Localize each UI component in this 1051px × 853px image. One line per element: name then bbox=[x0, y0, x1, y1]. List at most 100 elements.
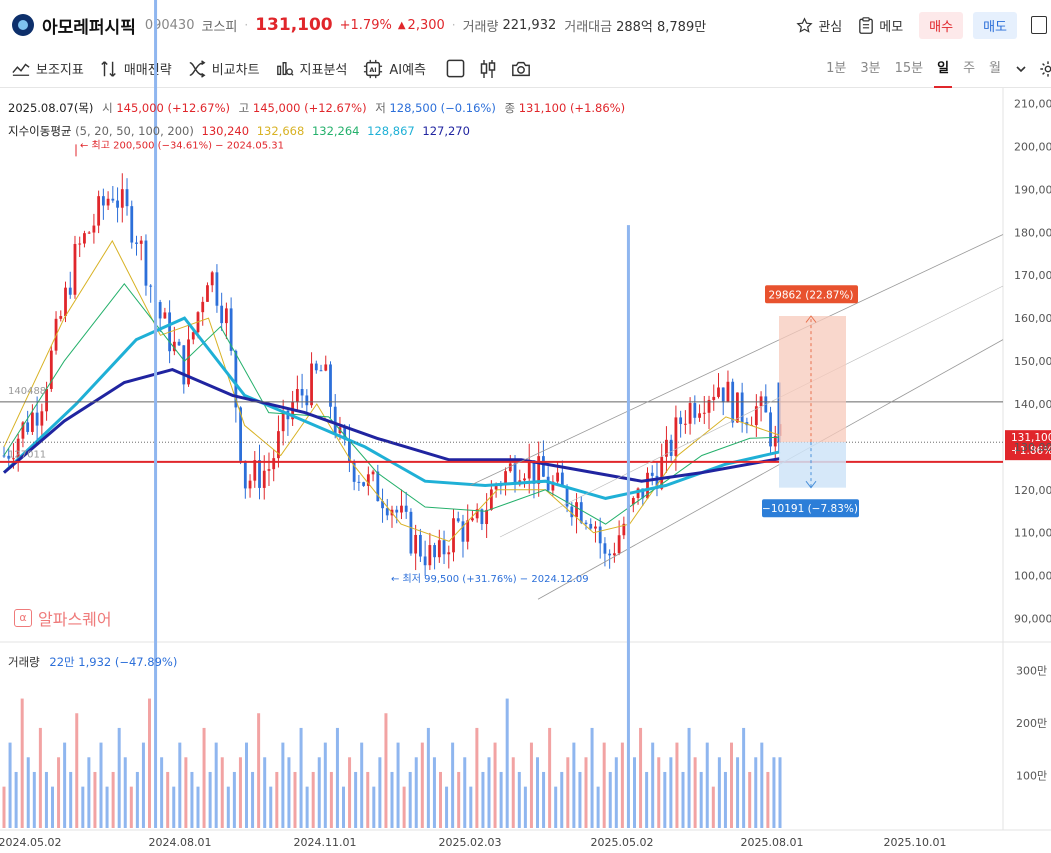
candle-body bbox=[357, 481, 361, 483]
target-down-label: −10191 (−7.83%) bbox=[762, 503, 858, 515]
volume-bar bbox=[26, 757, 30, 828]
ma100-value: 128,867 bbox=[367, 124, 415, 138]
volume-bar bbox=[135, 771, 139, 828]
candle-body bbox=[314, 363, 318, 371]
candle-body bbox=[111, 198, 115, 201]
ma-legend[interactable]: 지수이동평균 (5, 20, 50, 100, 200) 130,240 132… bbox=[8, 123, 470, 139]
volume-bar bbox=[172, 786, 176, 828]
candle-body bbox=[712, 396, 716, 400]
candle-body bbox=[78, 243, 82, 245]
candle-body bbox=[215, 272, 219, 306]
y-tick-label: 190,000 bbox=[1014, 183, 1051, 196]
candle-body bbox=[423, 556, 427, 566]
volume-bar bbox=[178, 742, 182, 828]
volume-bar bbox=[87, 757, 91, 828]
candle-body bbox=[717, 387, 720, 397]
volume-bar bbox=[469, 786, 473, 828]
low-label: 저 bbox=[375, 101, 386, 115]
volume-bar bbox=[190, 771, 194, 828]
volume-bar bbox=[705, 742, 709, 828]
candle-body bbox=[87, 232, 91, 234]
volume-bar bbox=[584, 757, 588, 828]
volume-bar bbox=[657, 757, 661, 828]
volume-bar bbox=[669, 757, 673, 828]
volume-bar bbox=[517, 771, 521, 828]
y-tick-label: 150,000 bbox=[1014, 355, 1051, 368]
volume-bar bbox=[481, 771, 485, 828]
candle-body bbox=[395, 509, 399, 513]
volume-bar bbox=[226, 786, 230, 828]
volume-bar bbox=[457, 771, 461, 828]
candle-body bbox=[385, 508, 389, 516]
ma50-value: 132,264 bbox=[311, 124, 360, 138]
candle-body bbox=[428, 545, 432, 566]
y-tick-label: 180,000 bbox=[1014, 226, 1051, 239]
candle-body bbox=[106, 198, 110, 206]
volume-bar bbox=[232, 771, 236, 828]
candle-body bbox=[688, 403, 692, 424]
target-up-label: 29862 (22.87%) bbox=[769, 289, 854, 301]
candle-body bbox=[556, 472, 560, 482]
volume-bar bbox=[778, 757, 782, 828]
volume-bar bbox=[432, 757, 436, 828]
volume-bar bbox=[402, 786, 406, 828]
volume-bar bbox=[148, 698, 151, 828]
candle-body bbox=[371, 471, 375, 475]
target-down-zone bbox=[779, 442, 846, 488]
max-price-label: ← 최고 200,500 (−34.61%) − 2024.05.31 bbox=[80, 139, 284, 151]
candle-body bbox=[182, 345, 186, 385]
y-tick-label: 170,000 bbox=[1014, 269, 1051, 282]
volume-bar bbox=[529, 742, 533, 828]
candle-body bbox=[537, 456, 541, 484]
volume-bar bbox=[772, 757, 776, 828]
volume-bar bbox=[117, 727, 121, 828]
candle-body bbox=[683, 423, 687, 425]
volume-bar bbox=[754, 757, 758, 828]
channel-upper-line bbox=[469, 234, 1004, 486]
y-tick-label: 90,000 bbox=[1014, 613, 1051, 626]
x-tick-label: 2025.02.03 bbox=[439, 836, 502, 849]
volume-bar bbox=[396, 742, 400, 828]
volume-bar bbox=[44, 771, 48, 828]
x-tick-label: 2025.05.02 bbox=[591, 836, 654, 849]
volume-bar bbox=[499, 771, 503, 828]
candle-body bbox=[92, 225, 96, 233]
volume-bar bbox=[93, 771, 97, 828]
candle-body bbox=[26, 422, 30, 432]
volume-bar bbox=[317, 757, 321, 828]
candle-body bbox=[679, 417, 683, 425]
candle-body bbox=[125, 189, 129, 207]
ma200-value: 127,270 bbox=[422, 124, 470, 138]
volume-bar bbox=[675, 742, 679, 828]
volume-tick-label: 200만 bbox=[1016, 717, 1047, 730]
volume-bar bbox=[663, 771, 667, 828]
volume-bar bbox=[160, 757, 164, 828]
close-label: 종 bbox=[504, 101, 516, 115]
volume-bar bbox=[560, 771, 564, 828]
candle-body bbox=[575, 502, 578, 518]
candle-body bbox=[68, 287, 72, 295]
legend-date: 2025.08.07(목) bbox=[8, 101, 94, 115]
ema20-line bbox=[3, 239, 781, 542]
candle-body bbox=[409, 511, 413, 554]
volume-bar bbox=[536, 757, 539, 828]
volume-bar bbox=[681, 771, 685, 828]
candle-body bbox=[404, 505, 408, 512]
volume-bar bbox=[590, 727, 594, 828]
candle-body bbox=[97, 196, 101, 226]
candle-body bbox=[35, 412, 39, 426]
volume-bar bbox=[342, 786, 345, 828]
volume-bar bbox=[730, 742, 733, 828]
candle-body bbox=[64, 287, 67, 317]
volume-bar bbox=[463, 757, 467, 828]
volume-bar bbox=[335, 727, 339, 828]
x-tick-label: 2025.10.01 bbox=[884, 836, 947, 849]
volume-bar bbox=[63, 742, 67, 828]
volume-bar bbox=[81, 786, 85, 828]
candle-body bbox=[310, 363, 313, 406]
volume-bar bbox=[323, 742, 327, 828]
volume-bar bbox=[633, 757, 636, 828]
y-tick-label: 140,000 bbox=[1014, 398, 1051, 411]
candle-body bbox=[650, 472, 654, 476]
volume-bar bbox=[245, 742, 248, 828]
